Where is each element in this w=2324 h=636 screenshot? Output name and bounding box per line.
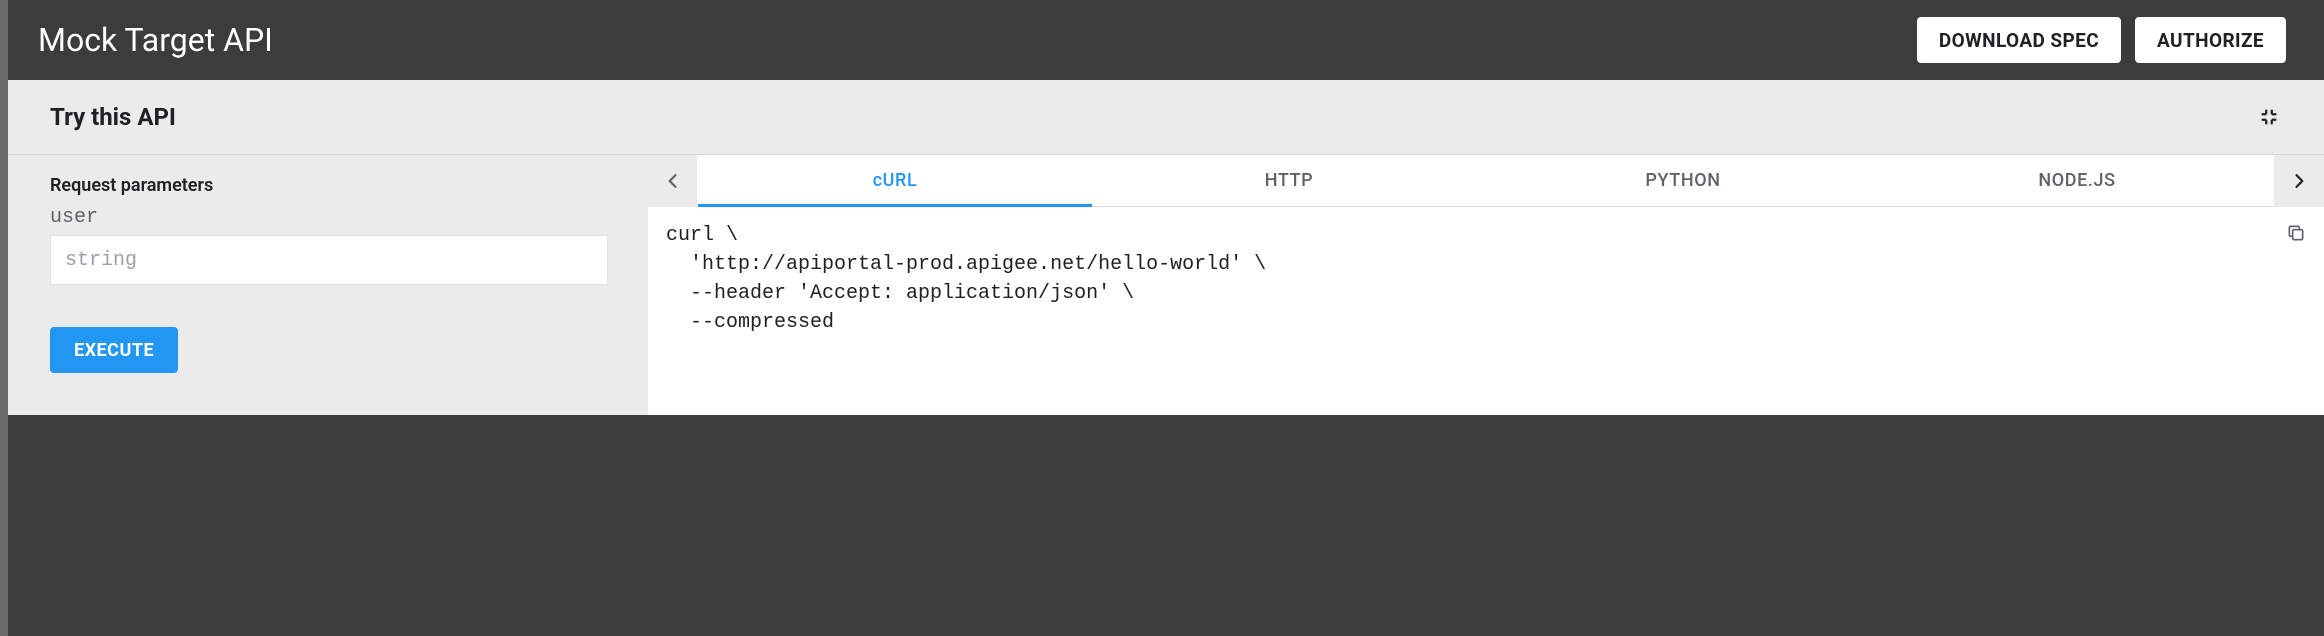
param-label-user: user bbox=[50, 206, 608, 229]
tab-nodejs[interactable]: NODE.JS bbox=[1880, 155, 2274, 206]
copy-code-button[interactable] bbox=[2282, 219, 2310, 247]
scrollbar-indicator bbox=[0, 0, 8, 636]
collapse-icon bbox=[2258, 106, 2280, 128]
copy-icon bbox=[2286, 223, 2306, 243]
request-pane: Request parameters user EXECUTE bbox=[8, 155, 648, 415]
code-sample: curl \ 'http://apiportal-prod.apigee.net… bbox=[648, 207, 2324, 415]
tab-http[interactable]: HTTP bbox=[1092, 155, 1486, 206]
page-title: Mock Target API bbox=[38, 21, 273, 59]
tabs-row: cURL HTTP PYTHON NODE.JS bbox=[648, 155, 2324, 207]
panel-header: Try this API bbox=[8, 80, 2324, 155]
request-section-title: Request parameters bbox=[50, 175, 608, 196]
tab-python[interactable]: PYTHON bbox=[1486, 155, 1880, 206]
param-input-user[interactable] bbox=[50, 235, 608, 285]
try-api-panel: Try this API Request parameters user EXE… bbox=[8, 80, 2324, 415]
chevron-left-icon bbox=[663, 171, 683, 191]
collapse-button[interactable] bbox=[2254, 102, 2284, 132]
app-header: Mock Target API DOWNLOAD SPEC AUTHORIZE bbox=[0, 0, 2324, 80]
download-spec-button[interactable]: DOWNLOAD SPEC bbox=[1917, 17, 2121, 63]
chevron-right-icon bbox=[2289, 171, 2309, 191]
tabs-scroll-right[interactable] bbox=[2274, 155, 2324, 207]
tab-curl[interactable]: cURL bbox=[698, 155, 1092, 206]
header-actions: DOWNLOAD SPEC AUTHORIZE bbox=[1917, 17, 2286, 63]
panel-title: Try this API bbox=[50, 103, 176, 131]
panel-body: Request parameters user EXECUTE cURL HTT… bbox=[8, 155, 2324, 415]
code-tabs: cURL HTTP PYTHON NODE.JS bbox=[698, 155, 2274, 207]
authorize-button[interactable]: AUTHORIZE bbox=[2135, 17, 2286, 63]
tabs-scroll-left[interactable] bbox=[648, 155, 698, 207]
code-sample-pane: cURL HTTP PYTHON NODE.JS curl \ 'http://… bbox=[648, 155, 2324, 415]
execute-button[interactable]: EXECUTE bbox=[50, 327, 178, 373]
